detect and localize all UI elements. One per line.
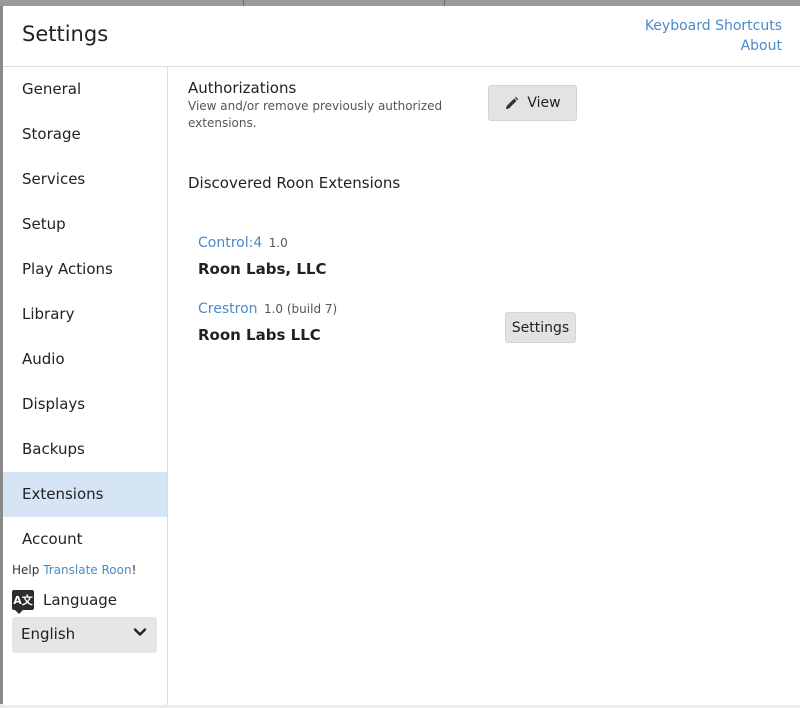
translate-icon: A文	[12, 590, 34, 614]
keyboard-shortcuts-link[interactable]: Keyboard Shortcuts	[645, 16, 782, 36]
sidebar-item-library[interactable]: Library	[3, 292, 167, 337]
extension-version: 1.0	[268, 236, 288, 250]
sidebar-item-general[interactable]: General	[3, 67, 167, 112]
extensions-panel: Authorizations View and/or remove previo…	[168, 67, 800, 705]
extension-publisher: Roon Labs LLC	[198, 326, 321, 344]
header-links: Keyboard Shortcuts About	[645, 16, 782, 56]
extension-name-link[interactable]: Control:4	[198, 235, 262, 251]
help-prefix: Help	[12, 563, 40, 577]
language-label: Language	[43, 591, 118, 609]
page-title: Settings	[22, 22, 109, 46]
language-row: A文 Language	[12, 588, 118, 614]
sidebar-item-displays[interactable]: Displays	[3, 382, 167, 427]
sidebar-item-extensions[interactable]: Extensions	[3, 472, 167, 517]
extension-publisher: Roon Labs, LLC	[198, 260, 327, 278]
sidebar-item-account[interactable]: Account	[3, 517, 167, 562]
help-suffix: !	[131, 563, 137, 577]
sidebar-item-services[interactable]: Services	[3, 157, 167, 202]
settings-sidebar: General Storage Services Setup Play Acti…	[3, 67, 168, 705]
discovered-extensions-title: Discovered Roon Extensions	[188, 174, 401, 192]
extension-item: Crestron 1.0 (build 7) Roon Labs LLC	[198, 300, 337, 344]
view-authorizations-button[interactable]: View	[488, 85, 577, 121]
language-select[interactable]: English	[12, 617, 157, 653]
authorizations-description: View and/or remove previously authorized…	[188, 99, 443, 130]
extension-version: 1.0 (build 7)	[263, 302, 338, 316]
sidebar-item-play-actions[interactable]: Play Actions	[3, 247, 167, 292]
settings-dialog: Settings Keyboard Shortcuts About Genera…	[3, 6, 800, 705]
dialog-header: Settings Keyboard Shortcuts About	[3, 6, 800, 67]
translate-roon-link[interactable]: Translate Roon	[43, 563, 131, 577]
sidebar-item-setup[interactable]: Setup	[3, 202, 167, 247]
about-link[interactable]: About	[645, 36, 782, 56]
sidebar-item-backups[interactable]: Backups	[3, 427, 167, 472]
sidebar-item-storage[interactable]: Storage	[3, 112, 167, 157]
help-translate-row: Help Translate Roon!	[12, 563, 136, 577]
pencil-icon	[506, 96, 519, 109]
chevron-down-icon	[133, 628, 147, 636]
sidebar-item-audio[interactable]: Audio	[3, 337, 167, 382]
view-button-label: View	[527, 95, 561, 111]
extension-name-link[interactable]: Crestron	[198, 301, 258, 317]
extension-item: Control:4 1.0 Roon Labs, LLC	[198, 234, 326, 278]
language-select-value: English	[21, 625, 76, 643]
authorizations-title: Authorizations	[188, 79, 297, 97]
extension-settings-button[interactable]: Settings	[505, 312, 576, 343]
